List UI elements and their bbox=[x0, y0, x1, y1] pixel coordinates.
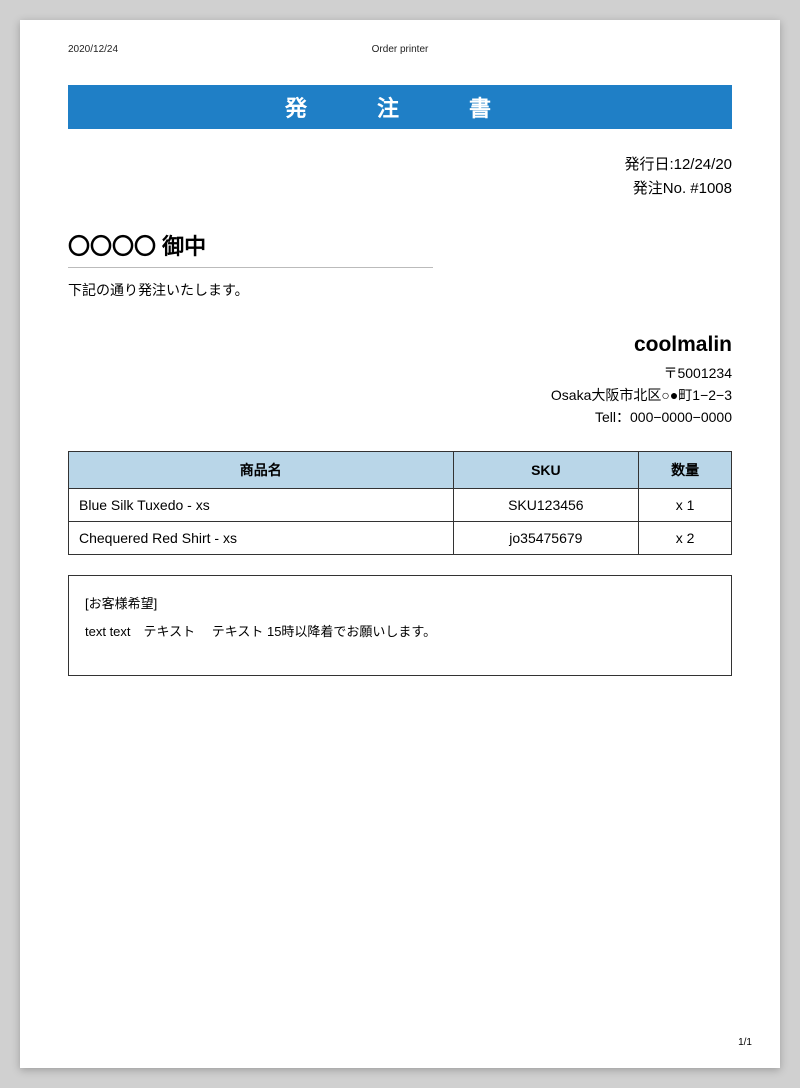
sender-name: coolmalin bbox=[68, 328, 732, 362]
order-no: #1008 bbox=[690, 180, 732, 197]
recipient-name: 〇〇〇〇 御中 bbox=[68, 229, 433, 268]
customer-note-body: text text テキスト テキスト 15時以降着でお願いします。 bbox=[85, 618, 715, 647]
items-table: 商品名 SKU 数量 Blue Silk Tuxedo - xs SKU1234… bbox=[68, 451, 732, 555]
cell-sku: jo35475679 bbox=[453, 521, 639, 554]
sender-zip: 〒5001234 bbox=[68, 362, 732, 384]
col-header-sku: SKU bbox=[453, 451, 639, 488]
sender-tel: Tell：000−0000−0000 bbox=[68, 406, 732, 428]
issue-info: 発行日:12/24/20 発注No. #1008 bbox=[68, 153, 732, 201]
order-no-label: 発注No. bbox=[633, 180, 691, 197]
document-page: 2020/12/24 Order printer 発 注 書 発行日:12/24… bbox=[20, 20, 780, 1068]
table-row: Chequered Red Shirt - xs jo35475679 x 2 bbox=[69, 521, 732, 554]
sender-address: Osaka大阪市北区○●町1−2−3 bbox=[68, 384, 732, 406]
sender-block: coolmalin 〒5001234 Osaka大阪市北区○●町1−2−3 Te… bbox=[68, 328, 732, 429]
order-no-line: 発注No. #1008 bbox=[68, 177, 732, 201]
col-header-qty: 数量 bbox=[639, 451, 732, 488]
customer-note-label: [お客様希望] bbox=[85, 590, 715, 619]
customer-note-box: [お客様希望] text text テキスト テキスト 15時以降着でお願いしま… bbox=[68, 575, 732, 676]
print-header: 2020/12/24 Order printer bbox=[68, 44, 732, 55]
table-header-row: 商品名 SKU 数量 bbox=[69, 451, 732, 488]
header-date: 2020/12/24 bbox=[68, 44, 118, 55]
header-title: Order printer bbox=[372, 44, 429, 55]
document-title: 発 注 書 bbox=[68, 85, 732, 129]
page-number: 1/1 bbox=[738, 1037, 752, 1048]
cell-name: Blue Silk Tuxedo - xs bbox=[69, 488, 454, 521]
issue-date: 12/24/20 bbox=[674, 156, 732, 173]
cell-sku: SKU123456 bbox=[453, 488, 639, 521]
table-row: Blue Silk Tuxedo - xs SKU123456 x 1 bbox=[69, 488, 732, 521]
order-statement: 下記の通り発注いたします。 bbox=[68, 280, 732, 300]
cell-name: Chequered Red Shirt - xs bbox=[69, 521, 454, 554]
col-header-name: 商品名 bbox=[69, 451, 454, 488]
cell-qty: x 1 bbox=[639, 488, 732, 521]
cell-qty: x 2 bbox=[639, 521, 732, 554]
issue-date-line: 発行日:12/24/20 bbox=[68, 153, 732, 177]
issue-date-label: 発行日: bbox=[624, 156, 673, 173]
